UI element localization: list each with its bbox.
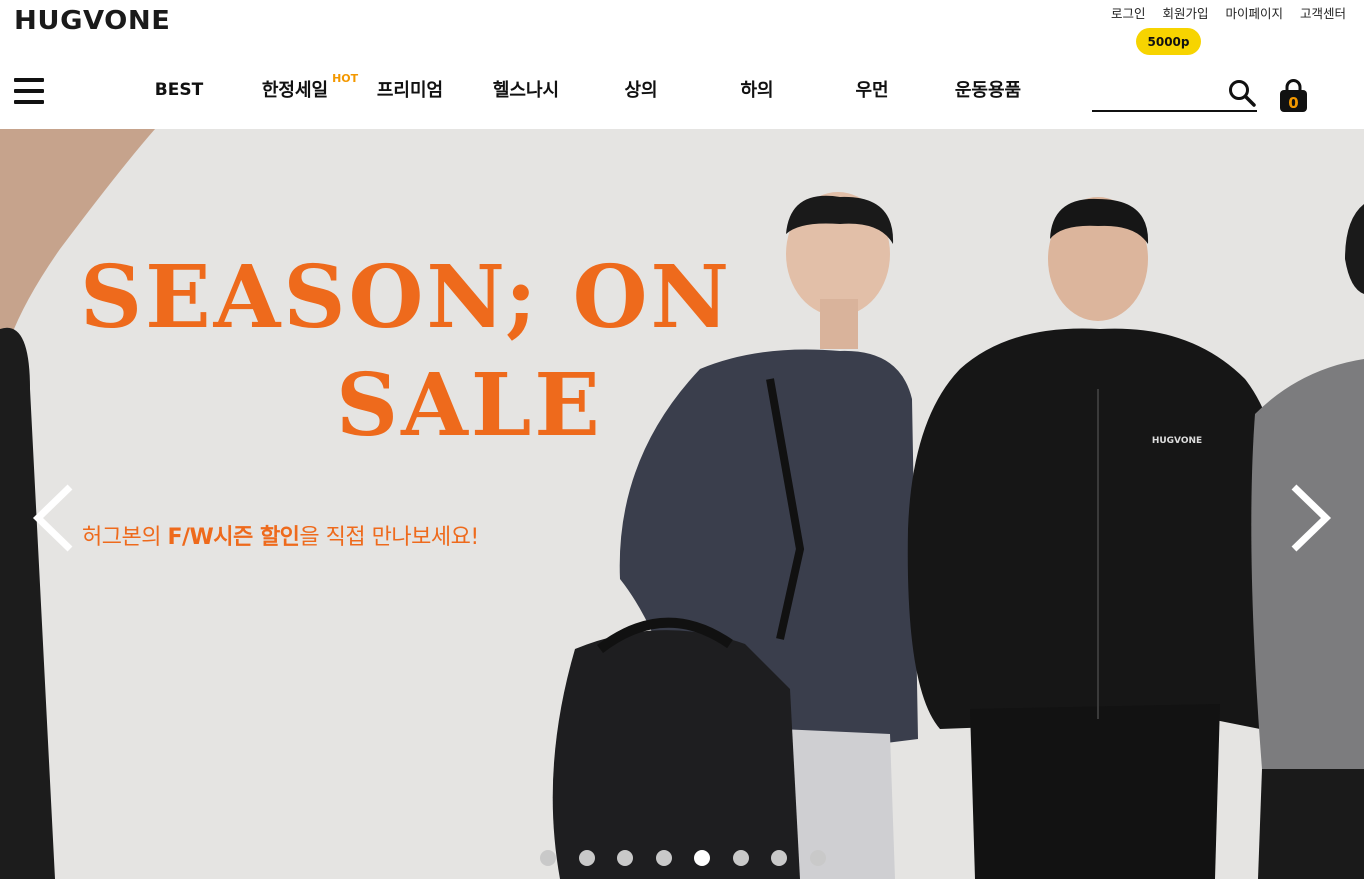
- search-icon[interactable]: [1227, 78, 1257, 108]
- hero-sub-post: 을 직접 만나보세요!: [299, 525, 479, 550]
- chevron-right-icon[interactable]: [1288, 483, 1334, 553]
- slide-dot-7[interactable]: [771, 850, 787, 866]
- hot-badge: HOT: [332, 72, 359, 85]
- hero-headline-line2: SALE: [336, 355, 603, 456]
- nav-item-sports-goods[interactable]: 운동용품: [955, 76, 1021, 102]
- slide-dot-8[interactable]: [809, 850, 826, 866]
- slide-dot-3[interactable]: [617, 850, 633, 866]
- hamburger-menu-icon[interactable]: [14, 78, 44, 104]
- login-link[interactable]: 로그인: [1111, 3, 1146, 22]
- nav-item-bottoms[interactable]: 하의: [740, 76, 773, 102]
- hero-sub-pre: 허그본의: [82, 525, 168, 550]
- hero-sub-highlight: F/W시즌 할인: [167, 525, 300, 550]
- slide-indicator: [0, 850, 1364, 868]
- svg-text:0: 0: [1288, 94, 1298, 112]
- slide-dot-5[interactable]: [694, 850, 710, 866]
- signup-point-badge: 5000p: [1136, 28, 1201, 55]
- slide-dot-2[interactable]: [578, 850, 595, 866]
- chevron-left-icon[interactable]: [30, 483, 76, 553]
- mypage-link[interactable]: 마이페이지: [1225, 3, 1283, 22]
- hero-models-image: HUGVONE: [0, 129, 1364, 879]
- brand-logo[interactable]: HUGVONE: [14, 6, 170, 36]
- search-input[interactable]: [1092, 80, 1224, 106]
- slide-dot-1[interactable]: [540, 850, 556, 866]
- nav-item-premium[interactable]: 프리미엄: [377, 76, 443, 102]
- nav-item-label: 한정세일: [261, 80, 329, 101]
- svg-text:HUGVONE: HUGVONE: [1152, 436, 1202, 446]
- signup-link[interactable]: 회원가입: [1162, 3, 1208, 22]
- utility-links: 로그인 회원가입 마이페이지 고객센터: [1111, 3, 1346, 22]
- shopping-bag-icon[interactable]: 0: [1277, 78, 1310, 114]
- nav-item-limited-sale[interactable]: 한정세일 HOT: [261, 72, 358, 102]
- nav-item-tank-tops[interactable]: 헬스나시: [493, 76, 559, 102]
- hero-banner[interactable]: HUGVONE SEASON; ON SALE 허그본의 F/W시즌 할인을 직…: [0, 129, 1364, 879]
- nav-item-women[interactable]: 우먼: [855, 76, 888, 102]
- hero-headline-line1: SEASON; ON: [80, 247, 733, 348]
- nav-item-best[interactable]: BEST: [155, 80, 203, 100]
- search-box: [1092, 76, 1257, 112]
- slide-dot-6[interactable]: [732, 850, 749, 866]
- slide-dot-4[interactable]: [655, 850, 672, 866]
- customer-center-link[interactable]: 고객센터: [1300, 3, 1346, 22]
- hero-subheadline: 허그본의 F/W시즌 할인을 직접 만나보세요!: [82, 519, 479, 551]
- nav-item-tops[interactable]: 상의: [624, 76, 657, 102]
